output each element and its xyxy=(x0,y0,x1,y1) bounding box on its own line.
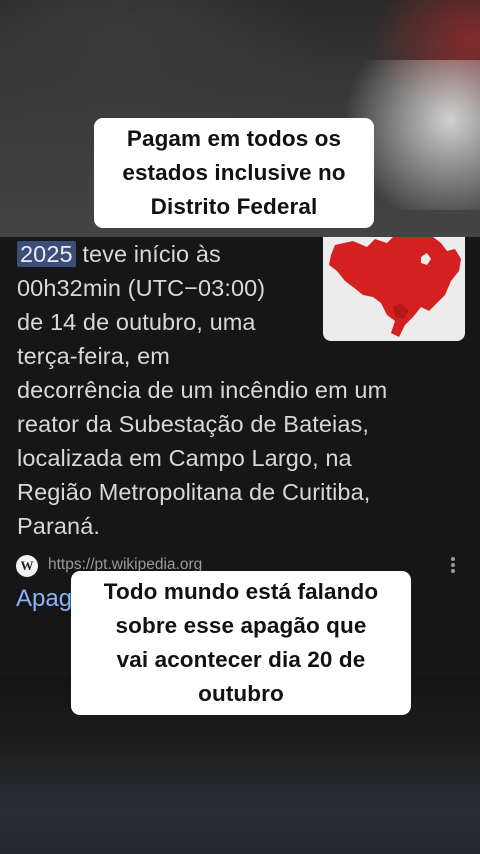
snippet-line-8: Região Metropolitana de Curitiba, xyxy=(17,479,371,505)
snippet-line-6: reator da Subestação de Bateias, xyxy=(17,411,370,437)
top-caption-line: estados inclusive no xyxy=(122,160,346,185)
top-caption-line: Pagam em todos os xyxy=(126,126,342,151)
bottom-caption-line: vai acontecer dia 20 de xyxy=(116,647,366,672)
snippet-line-5: decorrência de um incêndio em um xyxy=(17,377,388,403)
snippet-line-1: 2025 teve início às xyxy=(17,237,312,271)
brazil-map-image xyxy=(329,237,461,337)
kebab-menu-icon[interactable] xyxy=(448,556,458,576)
bottom-caption-line: sobre esse apagão que xyxy=(115,613,367,638)
snippet-line-9: Paraná. xyxy=(17,513,101,539)
brazil-map-thumbnail[interactable] xyxy=(323,237,465,341)
bottom-caption: Todo mundo está falando sobre esse apagã… xyxy=(71,571,411,715)
top-caption: Pagam em todos os estados inclusive no D… xyxy=(94,118,374,228)
wikipedia-icon: W xyxy=(16,555,38,577)
bottom-caption-line: Todo mundo está falando xyxy=(103,579,379,604)
top-caption-line: Distrito Federal xyxy=(150,194,318,219)
snippet-line-2: 00h32min (UTC−03:00) xyxy=(17,275,266,301)
snippet-line-3: de 14 de outubro, uma xyxy=(17,309,256,335)
snippet-line-7: localizada em Campo Largo, na xyxy=(17,445,352,471)
year-highlight: 2025 xyxy=(17,241,76,267)
result-title-link[interactable]: Apag xyxy=(16,585,72,613)
bottom-caption-line: outubro xyxy=(198,681,284,706)
snippet-line-4: terça-feira, em xyxy=(17,343,170,369)
